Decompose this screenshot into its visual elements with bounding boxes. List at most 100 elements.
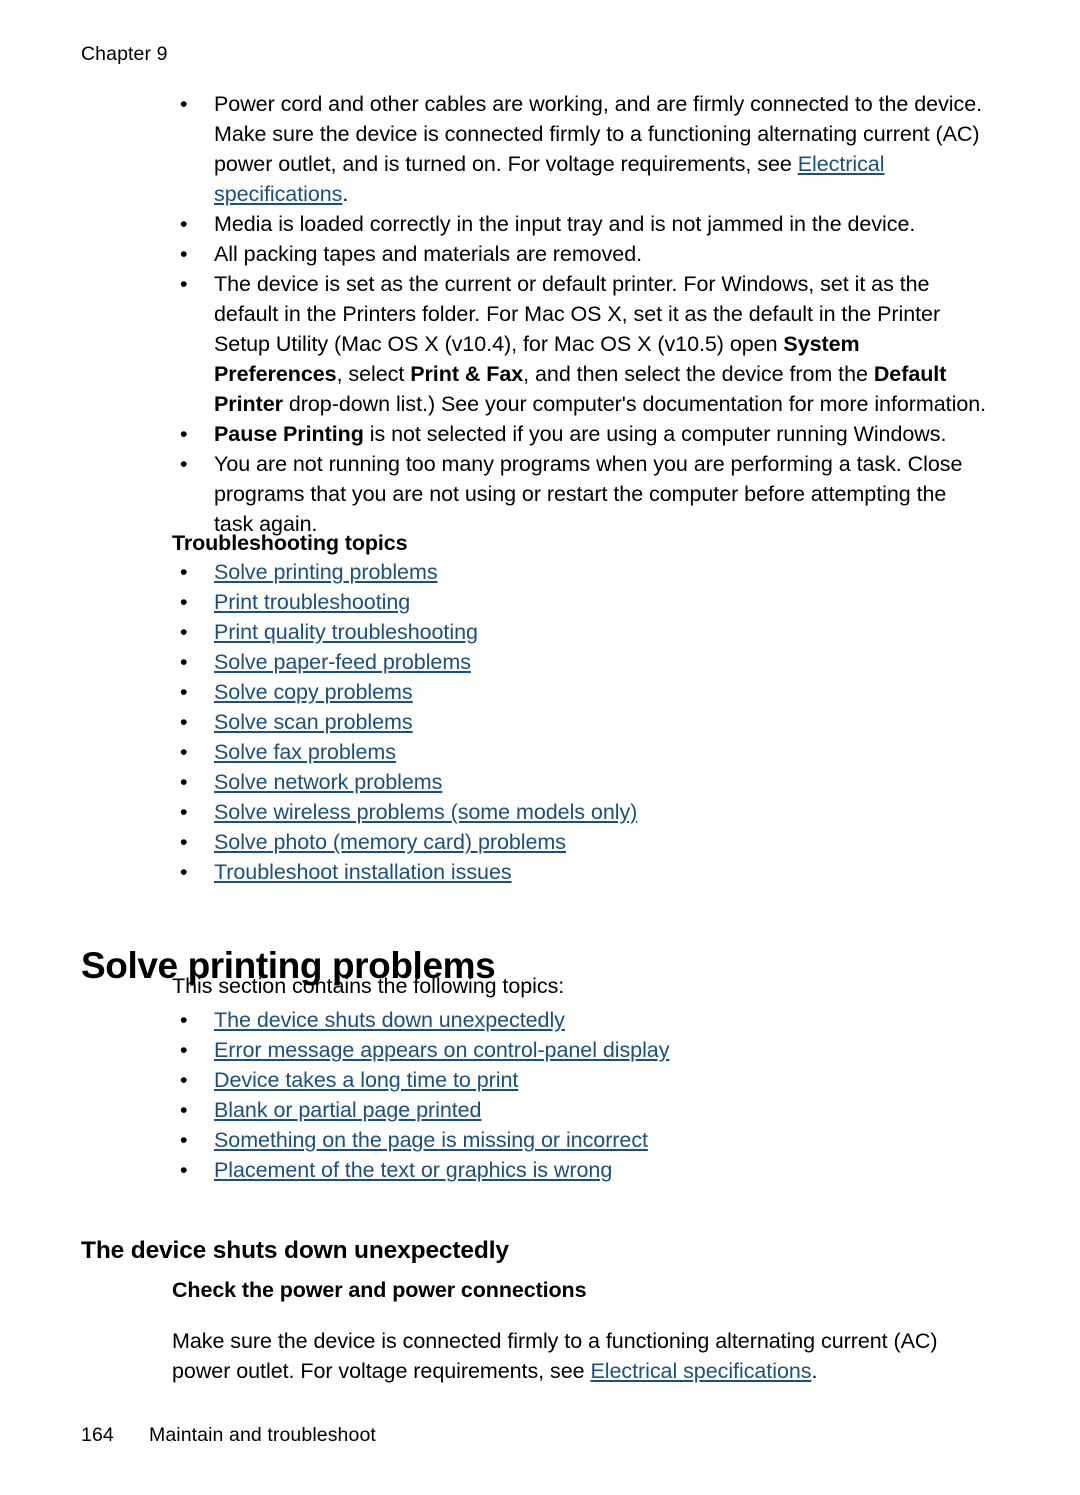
emphasis-text: Pause Printing: [214, 422, 364, 446]
page-number: 164: [81, 1424, 114, 1446]
text-run: , and then select the device from the: [523, 362, 874, 386]
solve-printing-topics-list: • The device shuts down unexpectedly • Erro…: [172, 1005, 932, 1185]
list-item-body: Solve network problems: [214, 767, 872, 797]
topic-link[interactable]: Solve copy problems: [214, 680, 413, 704]
bullet-icon: •: [180, 740, 188, 764]
bullet-icon: •: [180, 1098, 188, 1122]
list-item-body: Solve wireless problems (some models onl…: [214, 797, 872, 827]
topic-link[interactable]: Something on the page is missing or inco…: [214, 1128, 648, 1152]
solve-printing-intro: This section contains the following topi…: [172, 974, 565, 998]
list-item: • Troubleshoot installation issues: [172, 857, 872, 887]
list-item-body: Solve fax problems: [214, 737, 872, 767]
topic-link[interactable]: Print troubleshooting: [214, 590, 410, 614]
bullet-icon: •: [180, 860, 188, 884]
list-item-body: You are not running too many programs wh…: [214, 449, 990, 539]
list-item-body: All packing tapes and materials are remo…: [214, 239, 990, 269]
topic-link[interactable]: Solve photo (memory card) problems: [214, 830, 566, 854]
bullet-icon: •: [180, 272, 188, 296]
topic-link[interactable]: Solve paper-feed problems: [214, 650, 471, 674]
bullet-icon: •: [180, 620, 188, 644]
list-item: • Print quality troubleshooting: [172, 617, 872, 647]
list-item: • Placement of the text or graphics is wr…: [172, 1155, 932, 1185]
text-run: You are not running too many programs wh…: [214, 452, 963, 536]
text-run: All packing tapes and materials are remo…: [214, 242, 643, 266]
bullet-icon: •: [180, 1158, 188, 1182]
list-item-body: Error message appears on control-panel d…: [214, 1035, 932, 1065]
list-item-body: Solve scan problems: [214, 707, 872, 737]
list-item: • Media is loaded correctly in the input …: [172, 209, 990, 239]
list-item-body: Placement of the text or graphics is wro…: [214, 1155, 932, 1185]
subheading-check-power: Check the power and power connections: [172, 1278, 587, 1302]
topic-link[interactable]: Blank or partial page printed: [214, 1098, 482, 1122]
topic-link[interactable]: The device shuts down unexpectedly: [214, 1008, 565, 1032]
section-heading-device-shuts-down: The device shuts down unexpectedly: [81, 1237, 509, 1265]
topic-link[interactable]: Solve wireless problems (some models onl…: [214, 800, 637, 824]
bullet-icon: •: [180, 242, 188, 266]
bullet-icon: •: [180, 1008, 188, 1032]
text-run: Make sure the device is connected firmly…: [172, 1328, 938, 1383]
list-item: • Device takes a long time to print: [172, 1065, 932, 1095]
list-item: • Error message appears on control-panel …: [172, 1035, 932, 1065]
list-item: • The device is set as the current or def…: [172, 269, 990, 419]
text-run: Media is loaded correctly in the input t…: [214, 212, 916, 236]
list-item: • You are not running too many programs w…: [172, 449, 990, 539]
bullet-icon: •: [180, 800, 188, 824]
list-item-body: Media is loaded correctly in the input t…: [214, 209, 990, 239]
list-item-body: Solve paper-feed problems: [214, 647, 872, 677]
topic-link[interactable]: Solve scan problems: [214, 710, 413, 734]
list-item: • Solve photo (memory card) problems: [172, 827, 872, 857]
list-item: • Solve printing problems: [172, 557, 872, 587]
topic-link[interactable]: Error message appears on control-panel d…: [214, 1038, 669, 1062]
list-item-body: Print quality troubleshooting: [214, 617, 872, 647]
bullet-icon: •: [180, 92, 188, 116]
list-item: • Solve network problems: [172, 767, 872, 797]
list-item: • Pause Printing is not selected if you a…: [172, 419, 990, 449]
doc-link[interactable]: Electrical specifications: [590, 1359, 811, 1383]
bullet-icon: •: [180, 650, 188, 674]
footer-section-name: Maintain and troubleshoot: [149, 1424, 376, 1446]
bullet-icon: •: [180, 680, 188, 704]
topic-link[interactable]: Troubleshoot installation issues: [214, 860, 512, 884]
running-header-chapter: Chapter 9: [81, 43, 168, 65]
list-item: • Solve paper-feed problems: [172, 647, 872, 677]
list-item: • Solve scan problems: [172, 707, 872, 737]
text-run: drop-down list.) See your computer's doc…: [282, 392, 987, 416]
list-item: • Something on the page is missing or inc…: [172, 1125, 932, 1155]
list-item-body: Solve printing problems: [214, 557, 872, 587]
topic-link[interactable]: Solve printing problems: [214, 560, 438, 584]
bullet-icon: •: [180, 1038, 188, 1062]
bullet-icon: •: [180, 212, 188, 236]
preflight-checklist: • Power cord and other cables are working…: [172, 89, 990, 539]
page-footer: 164 Maintain and troubleshoot: [81, 1423, 376, 1447]
bullet-icon: •: [180, 770, 188, 794]
list-item-body: Troubleshoot installation issues: [214, 857, 872, 887]
text-run: .: [811, 1358, 818, 1383]
topic-link[interactable]: Solve network problems: [214, 770, 442, 794]
bullet-icon: •: [180, 452, 188, 476]
list-item-body: Solve photo (memory card) problems: [214, 827, 872, 857]
topic-link[interactable]: Print quality troubleshooting: [214, 620, 478, 644]
list-item: • Solve wireless problems (some models on…: [172, 797, 872, 827]
list-item-body: Device takes a long time to print: [214, 1065, 932, 1095]
list-item: • Solve fax problems: [172, 737, 872, 767]
list-item-body: Solve copy problems: [214, 677, 872, 707]
check-power-paragraph: Make sure the device is connected firmly…: [172, 1326, 992, 1386]
text-run: .: [342, 182, 349, 206]
troubleshooting-topics-heading: Troubleshooting topics: [172, 531, 408, 555]
troubleshooting-topics-list: • Solve printing problems • Print troublesh…: [172, 557, 872, 887]
bullet-icon: •: [180, 710, 188, 734]
bullet-icon: •: [180, 830, 188, 854]
bullet-icon: •: [180, 560, 188, 584]
text-run: is not selected if you are using a compu…: [363, 422, 947, 446]
list-item-body: Pause Printing is not selected if you ar…: [214, 419, 990, 449]
list-item-body: Print troubleshooting: [214, 587, 872, 617]
bullet-icon: •: [180, 590, 188, 614]
list-item-body: Blank or partial page printed: [214, 1095, 932, 1125]
topic-link[interactable]: Device takes a long time to print: [214, 1068, 518, 1092]
list-item: • Solve copy problems: [172, 677, 872, 707]
bullet-icon: •: [180, 422, 188, 446]
document-page: Chapter 9 • Power cord and other cables a…: [0, 0, 1080, 1495]
topic-link[interactable]: Solve fax problems: [214, 740, 396, 764]
list-item: • Power cord and other cables are working…: [172, 89, 990, 209]
topic-link[interactable]: Placement of the text or graphics is wro…: [214, 1158, 612, 1182]
